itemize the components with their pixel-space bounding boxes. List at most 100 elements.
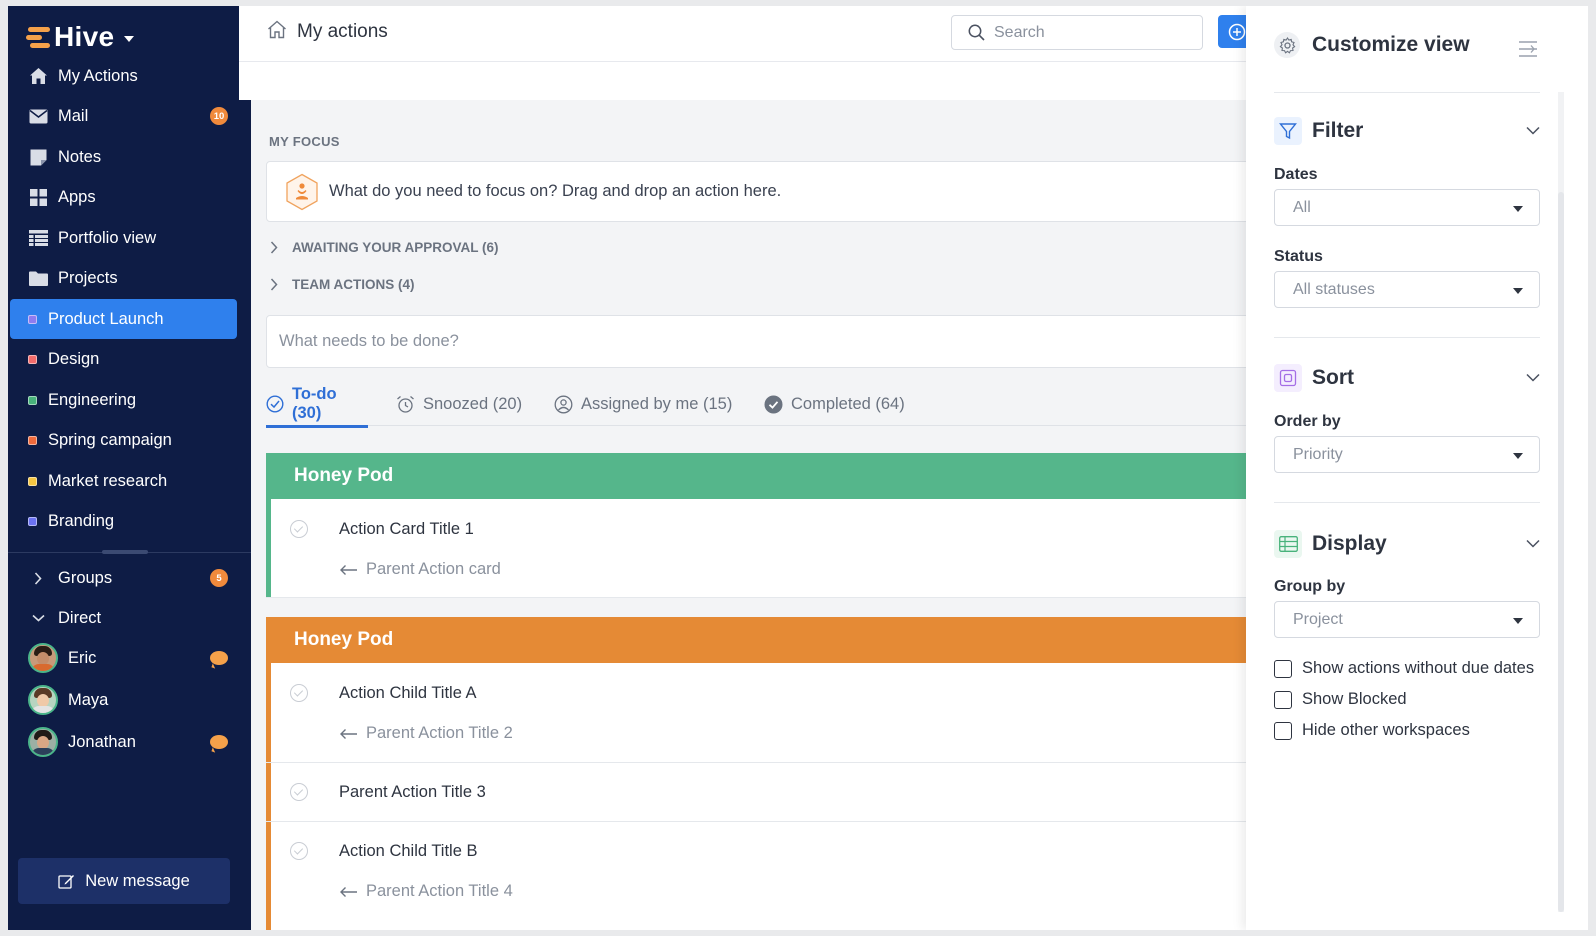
search-input[interactable]: Search bbox=[951, 15, 1203, 50]
sidebar-item-notes[interactable]: Notes bbox=[10, 137, 248, 177]
panel-title: Customize view bbox=[1312, 33, 1470, 56]
filter-title: Filter bbox=[1312, 119, 1364, 142]
tab-label: Completed (64) bbox=[791, 394, 905, 413]
group-color-bar bbox=[266, 763, 271, 821]
sidebar-item-direct[interactable]: Direct bbox=[10, 598, 248, 638]
parent-title: Parent Action Title 2 bbox=[366, 724, 513, 742]
group-by-select[interactable]: Project bbox=[1274, 601, 1540, 638]
sidebar-item-projects[interactable]: Projects bbox=[10, 258, 248, 298]
panel-scrollbar[interactable] bbox=[1558, 92, 1564, 912]
order-by-select[interactable]: Priority bbox=[1274, 436, 1540, 473]
project-item-market-research[interactable]: Market research bbox=[10, 461, 248, 501]
dm-item-maya[interactable]: Maya bbox=[10, 680, 248, 720]
new-message-button[interactable]: New message bbox=[18, 858, 230, 904]
dates-select[interactable]: All bbox=[1274, 189, 1540, 226]
new-action-input[interactable]: What needs to be done? bbox=[266, 315, 1266, 368]
avatar bbox=[28, 643, 58, 673]
sidebar-item-portfolio-view[interactable]: Portfolio view bbox=[10, 218, 248, 258]
caret-down-icon bbox=[1513, 618, 1523, 624]
awaiting-approval-toggle[interactable]: AWAITING YOUR APPROVAL (6) bbox=[270, 240, 499, 255]
complete-checkbox[interactable] bbox=[290, 842, 308, 860]
project-item-spring-campaign[interactable]: Spring campaign bbox=[10, 420, 248, 460]
dates-value: All bbox=[1293, 198, 1311, 216]
action-card[interactable]: Action Card Title 1 Parent Action card bbox=[266, 499, 1266, 598]
plus-circle-icon bbox=[1228, 23, 1246, 46]
group-header[interactable]: Honey Pod bbox=[266, 453, 1266, 499]
action-card[interactable]: Parent Action Title 3 bbox=[266, 763, 1266, 822]
workspace-switcher[interactable]: Hive bbox=[26, 21, 135, 52]
sidebar-item-label: Direct bbox=[58, 608, 102, 627]
group-name: Honey Pod bbox=[294, 465, 394, 486]
chevron-right-icon bbox=[28, 568, 48, 588]
sidebar-item-label: Projects bbox=[58, 268, 118, 287]
project-color-dot bbox=[28, 476, 37, 486]
tab-snoozed[interactable]: Snoozed (20) bbox=[396, 382, 522, 426]
action-card[interactable]: Action Child Title B Parent Action Title… bbox=[266, 822, 1266, 930]
filter-section-toggle[interactable]: Filter bbox=[1274, 116, 1540, 146]
customize-view-panel: Customize view Filter Dates All Status A… bbox=[1246, 6, 1588, 930]
folder-icon bbox=[28, 268, 48, 288]
sidebar-item-mail[interactable]: Mail 10 bbox=[10, 96, 248, 136]
chevron-down-icon bbox=[1526, 369, 1540, 387]
tab-todo[interactable]: To-do (30) bbox=[266, 382, 368, 428]
chevron-right-icon bbox=[270, 241, 278, 254]
dates-label: Dates bbox=[1274, 166, 1318, 183]
caret-down-icon bbox=[1513, 206, 1523, 212]
group-name: Honey Pod bbox=[294, 629, 394, 650]
breadcrumb: My actions bbox=[267, 20, 388, 44]
tab-assigned-by-me[interactable]: Assigned by me (15) bbox=[554, 382, 732, 426]
project-label: Product Launch bbox=[48, 309, 164, 328]
team-actions-label: TEAM ACTIONS (4) bbox=[292, 277, 415, 292]
checkbox-box bbox=[1274, 659, 1292, 678]
parent-link[interactable]: Parent Action Title 4 bbox=[339, 882, 513, 901]
sidebar-item-groups[interactable]: Groups 5 bbox=[10, 558, 248, 598]
parent-link[interactable]: Parent Action card bbox=[339, 560, 501, 579]
page-title: My actions bbox=[297, 21, 388, 42]
tab-label: Assigned by me (15) bbox=[581, 394, 733, 413]
project-label: Branding bbox=[48, 511, 115, 530]
search-icon bbox=[968, 24, 985, 41]
sidebar-item-label: My Actions bbox=[58, 66, 138, 85]
check-filled-icon bbox=[764, 395, 783, 414]
caret-down-icon bbox=[124, 35, 135, 42]
project-item-design[interactable]: Design bbox=[10, 339, 248, 379]
complete-checkbox[interactable] bbox=[290, 684, 308, 702]
status-label: Status bbox=[1274, 248, 1323, 265]
dm-name: Eric bbox=[68, 648, 97, 667]
sidebar-item-apps[interactable]: Apps bbox=[10, 177, 248, 217]
divider bbox=[1274, 92, 1540, 93]
tab-completed[interactable]: Completed (64) bbox=[764, 382, 905, 426]
new-action-placeholder: What needs to be done? bbox=[279, 332, 459, 350]
collapse-panel-icon[interactable] bbox=[1518, 40, 1538, 58]
project-item-engineering[interactable]: Engineering bbox=[10, 380, 248, 420]
dm-item-eric[interactable]: Eric bbox=[10, 638, 248, 678]
group-header[interactable]: Honey Pod bbox=[266, 617, 1266, 663]
sort-section-toggle[interactable]: Sort bbox=[1274, 363, 1540, 393]
chevron-down-icon bbox=[1526, 122, 1540, 140]
complete-checkbox[interactable] bbox=[290, 520, 308, 538]
sidebar-item-my-actions[interactable]: My Actions bbox=[10, 56, 248, 96]
status-select[interactable]: All statuses bbox=[1274, 271, 1540, 308]
sort-title: Sort bbox=[1312, 366, 1354, 389]
chevron-down-icon bbox=[28, 608, 48, 628]
dm-item-jonathan[interactable]: Jonathan bbox=[10, 722, 248, 762]
team-actions-toggle[interactable]: TEAM ACTIONS (4) bbox=[270, 277, 415, 292]
display-section-toggle[interactable]: Display bbox=[1274, 529, 1540, 559]
project-item-branding[interactable]: Branding bbox=[10, 501, 248, 541]
parent-link[interactable]: Parent Action Title 2 bbox=[339, 724, 513, 743]
project-label: Market research bbox=[48, 471, 168, 490]
focus-drop-zone[interactable]: What do you need to focus on? Drag and d… bbox=[266, 161, 1266, 222]
alarm-icon bbox=[396, 395, 415, 414]
complete-checkbox[interactable] bbox=[290, 783, 308, 801]
mail-unread-badge: 10 bbox=[210, 107, 228, 125]
show-blocked-checkbox[interactable]: Show Blocked bbox=[1274, 690, 1407, 709]
sidebar-resize-handle[interactable] bbox=[102, 550, 148, 554]
compose-icon bbox=[58, 873, 75, 890]
show-no-due-dates-checkbox[interactable]: Show actions without due dates bbox=[1274, 659, 1534, 678]
project-item-product-launch[interactable]: Product Launch bbox=[10, 299, 237, 339]
user-circle-icon bbox=[554, 395, 573, 414]
action-card[interactable]: Action Child Title A Parent Action Title… bbox=[266, 663, 1266, 763]
order-by-label: Order by bbox=[1274, 413, 1341, 430]
apps-icon bbox=[28, 187, 48, 207]
hide-other-workspaces-checkbox[interactable]: Hide other workspaces bbox=[1274, 721, 1470, 740]
